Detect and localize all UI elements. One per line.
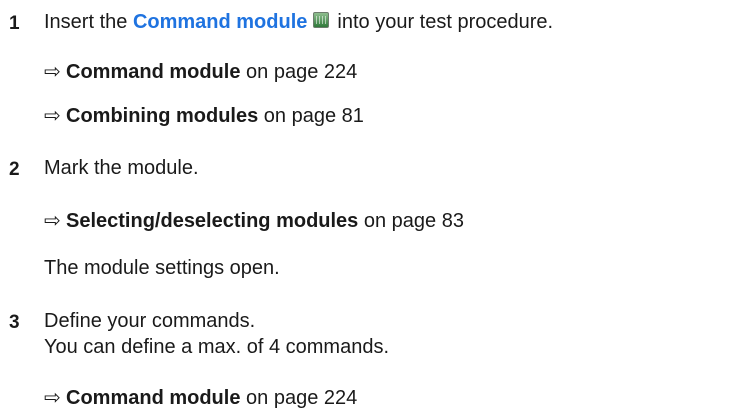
xref-page: on page 224 — [246, 387, 358, 409]
step-1-instruction: Insert the Command module into your test … — [44, 11, 553, 34]
step-number-3: 3 — [9, 312, 20, 333]
xref-title: Combining modules — [66, 105, 259, 127]
step-1-text-after: into your test procedure. — [337, 11, 554, 33]
arrow-right-icon: ⇨ — [44, 210, 61, 232]
xref-title: Command module — [66, 387, 241, 409]
step-2-instruction: Mark the module. — [44, 157, 199, 179]
command-module-link[interactable]: Command module — [133, 11, 307, 33]
arrow-right-icon: ⇨ — [44, 105, 61, 127]
cross-reference[interactable]: ⇨ Command module on page 224 — [44, 385, 357, 410]
xref-page: on page 83 — [363, 210, 464, 232]
xref-title: Selecting/deselecting modules — [66, 210, 359, 232]
arrow-right-icon: ⇨ — [44, 387, 61, 409]
step-1-text-before: Insert the — [44, 11, 133, 33]
step-3-instruction: Define your commands. — [44, 310, 256, 332]
arrow-right-icon: ⇨ — [44, 61, 61, 83]
step-3-instruction-line2: You can define a max. of 4 commands. — [44, 336, 390, 358]
xref-page: on page 81 — [263, 105, 364, 127]
command-module-icon — [313, 12, 330, 28]
step-number-2: 2 — [9, 159, 20, 180]
step-2-result: The module settings open. — [44, 257, 280, 279]
cross-reference[interactable]: ⇨ Combining modules on page 81 — [44, 103, 364, 128]
cross-reference[interactable]: ⇨ Command module on page 224 — [44, 59, 357, 84]
xref-page: on page 224 — [246, 61, 358, 83]
cross-reference[interactable]: ⇨ Selecting/deselecting modules on page 8… — [44, 208, 464, 233]
xref-title: Command module — [66, 61, 241, 83]
step-number-1: 1 — [9, 13, 20, 34]
